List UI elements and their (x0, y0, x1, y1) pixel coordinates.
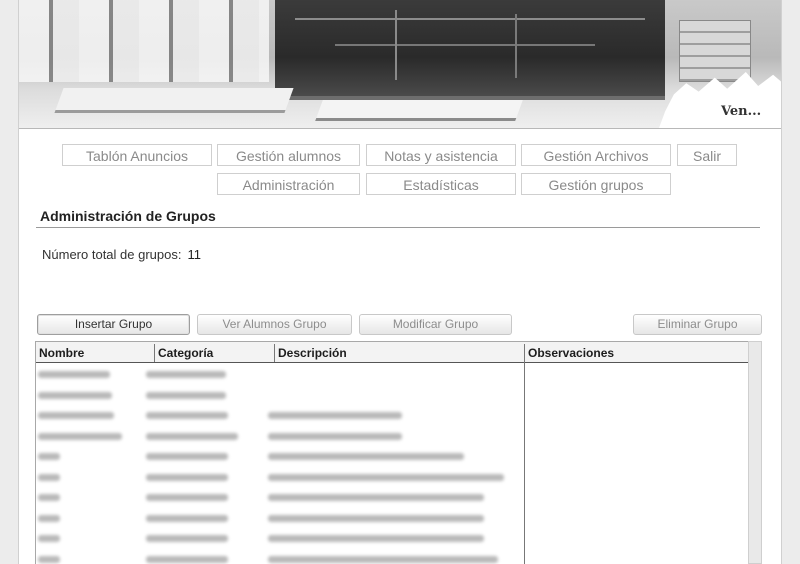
cell-categoria (146, 391, 226, 399)
nav-gestion-grupos[interactable]: Gestión grupos (521, 173, 671, 195)
cell-categoria (146, 473, 228, 481)
banner-desk (54, 88, 294, 113)
table-header: Nombre Categoría Descripción Observacion… (36, 342, 749, 363)
header-banner: Ven... (19, 0, 781, 128)
insert-group-button[interactable]: Insertar Grupo (37, 314, 190, 335)
groups-table: Nombre Categoría Descripción Observacion… (35, 341, 750, 564)
banner-caption: Ven... (721, 104, 762, 119)
nav-estadisticas[interactable]: Estadísticas (366, 173, 516, 195)
cell-nombre (38, 494, 60, 501)
table-row[interactable] (36, 407, 749, 425)
cell-nombre (38, 555, 60, 563)
title-divider (36, 227, 760, 228)
column-header-nombre[interactable]: Nombre (36, 344, 154, 362)
cell-nombre (38, 371, 110, 378)
table-scrollbar[interactable] (748, 341, 762, 564)
cell-descripcion (268, 535, 484, 542)
table-row[interactable] (36, 510, 749, 528)
group-count: Número total de grupos: 11 (42, 247, 201, 262)
cell-descripcion (268, 514, 484, 522)
column-header-descripcion[interactable]: Descripción (274, 344, 524, 362)
cell-categoria (146, 371, 226, 378)
cell-categoria (146, 432, 238, 440)
cell-nombre (38, 432, 122, 440)
table-row[interactable] (36, 551, 749, 564)
cell-nombre (38, 473, 60, 481)
nav-salir[interactable]: Salir (677, 144, 737, 166)
group-count-label: Número total de grupos: (42, 247, 182, 262)
cell-descripcion (268, 412, 402, 419)
page-title: Administración de Grupos (40, 208, 216, 224)
cell-descripcion (268, 473, 504, 481)
cell-descripcion (268, 453, 464, 460)
cell-nombre (38, 391, 112, 399)
cell-nombre (38, 412, 114, 419)
banner-cabinet (679, 20, 751, 82)
table-row[interactable] (36, 428, 749, 446)
banner-window (19, 0, 269, 82)
nav-gestion-archivos[interactable]: Gestión Archivos (521, 144, 671, 166)
nav-notas-asistencia[interactable]: Notas y asistencia (366, 144, 516, 166)
cell-categoria (146, 514, 228, 522)
nav-administracion[interactable]: Administración (217, 173, 360, 195)
cell-descripcion (268, 432, 402, 440)
cell-categoria (146, 555, 228, 563)
cell-categoria (146, 494, 228, 501)
table-row[interactable] (36, 489, 749, 507)
table-row[interactable] (36, 387, 749, 405)
cell-nombre (38, 453, 60, 460)
group-count-value: 11 (187, 247, 201, 262)
column-header-categoria[interactable]: Categoría (154, 344, 274, 362)
table-row[interactable] (36, 530, 749, 548)
cell-categoria (146, 535, 228, 542)
banner-divider (19, 128, 781, 129)
column-header-observaciones[interactable]: Observaciones (524, 344, 749, 362)
table-row[interactable] (36, 448, 749, 466)
banner-desk (315, 100, 523, 121)
table-row[interactable] (36, 469, 749, 487)
table-row[interactable] (36, 366, 749, 384)
cell-descripcion (268, 494, 484, 501)
cell-nombre (38, 535, 60, 542)
nav-tablon-anuncios[interactable]: Tablón Anuncios (62, 144, 212, 166)
cell-descripcion (268, 555, 498, 563)
delete-group-button[interactable]: Eliminar Grupo (633, 314, 762, 335)
cell-nombre (38, 514, 60, 522)
cell-categoria (146, 412, 228, 419)
view-group-students-button[interactable]: Ver Alumnos Grupo (197, 314, 352, 335)
cell-categoria (146, 453, 228, 460)
page-container: Ven... Tablón Anuncios Gestión alumnos N… (18, 0, 782, 564)
modify-group-button[interactable]: Modificar Grupo (359, 314, 512, 335)
banner-blackboard (275, 0, 665, 100)
nav-gestion-alumnos[interactable]: Gestión alumnos (217, 144, 360, 166)
